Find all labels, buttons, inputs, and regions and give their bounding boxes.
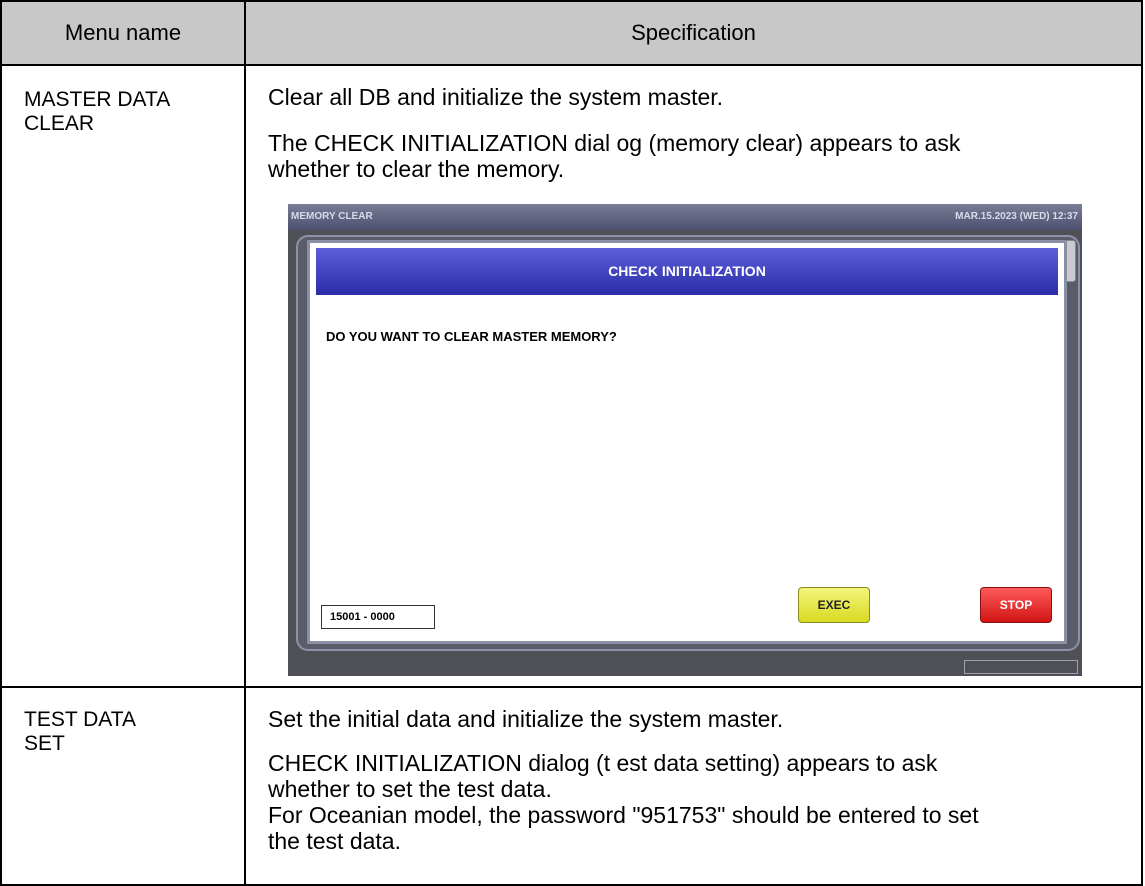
spec-paragraph: The CHECK INITIALIZATION dial og (memory… bbox=[268, 110, 1141, 182]
specification-header: Specification bbox=[244, 0, 1143, 66]
spec-line: The CHECK INITIALIZATION dial og (memory… bbox=[268, 130, 961, 156]
datetime-display: MAR.15.2023 (WED) 12:37 bbox=[955, 211, 1078, 222]
check-initialization-dialog: CHECK INITIALIZATION DO YOU WANT TO CLEA… bbox=[307, 240, 1067, 644]
menu-name-line: SET bbox=[24, 732, 65, 755]
status-indicator bbox=[964, 660, 1078, 674]
spec-line: whether to set the test data. bbox=[268, 776, 552, 802]
dialog-title: CHECK INITIALIZATION bbox=[316, 248, 1058, 295]
specification-cell: Set the initial data and initialize the … bbox=[244, 686, 1143, 886]
spec-line: the test data. bbox=[268, 828, 401, 854]
device-screenshot: MEMORY CLEAR MAR.15.2023 (WED) 12:37 CHE… bbox=[288, 204, 1082, 676]
menu-name-line: CLEAR bbox=[24, 112, 95, 135]
menu-name-line: MASTER DATA bbox=[24, 88, 171, 111]
dialog-message: DO YOU WANT TO CLEAR MASTER MEMORY? bbox=[326, 329, 617, 344]
spec-line: whether to clear the memory. bbox=[268, 156, 565, 182]
screen-title: MEMORY CLEAR bbox=[291, 211, 373, 222]
spec-paragraph: Set the initial data and initialize the … bbox=[268, 706, 784, 732]
table-row: TEST DATA SET Set the initial data and i… bbox=[0, 686, 1143, 886]
stop-button[interactable]: STOP bbox=[980, 587, 1052, 623]
spec-paragraph: CHECK INITIALIZATION dialog (t est data … bbox=[268, 732, 1141, 854]
menu-name-line: TEST DATA bbox=[24, 708, 137, 731]
code-display: 15001 - 0000 bbox=[321, 605, 435, 629]
spec-line: For Oceanian model, the password "951753… bbox=[268, 802, 979, 828]
device-title-bar: MEMORY CLEAR MAR.15.2023 (WED) 12:37 bbox=[288, 204, 1082, 230]
menu-name-cell: TEST DATA SET bbox=[0, 686, 246, 886]
spec-paragraph: Clear all DB and initialize the system m… bbox=[268, 84, 724, 110]
menu-name-cell: MASTER DATA CLEAR bbox=[0, 64, 246, 688]
menu-name-header: Menu name bbox=[0, 0, 246, 66]
spec-line: CHECK INITIALIZATION dialog (t est data … bbox=[268, 750, 938, 776]
exec-button[interactable]: EXEC bbox=[798, 587, 870, 623]
